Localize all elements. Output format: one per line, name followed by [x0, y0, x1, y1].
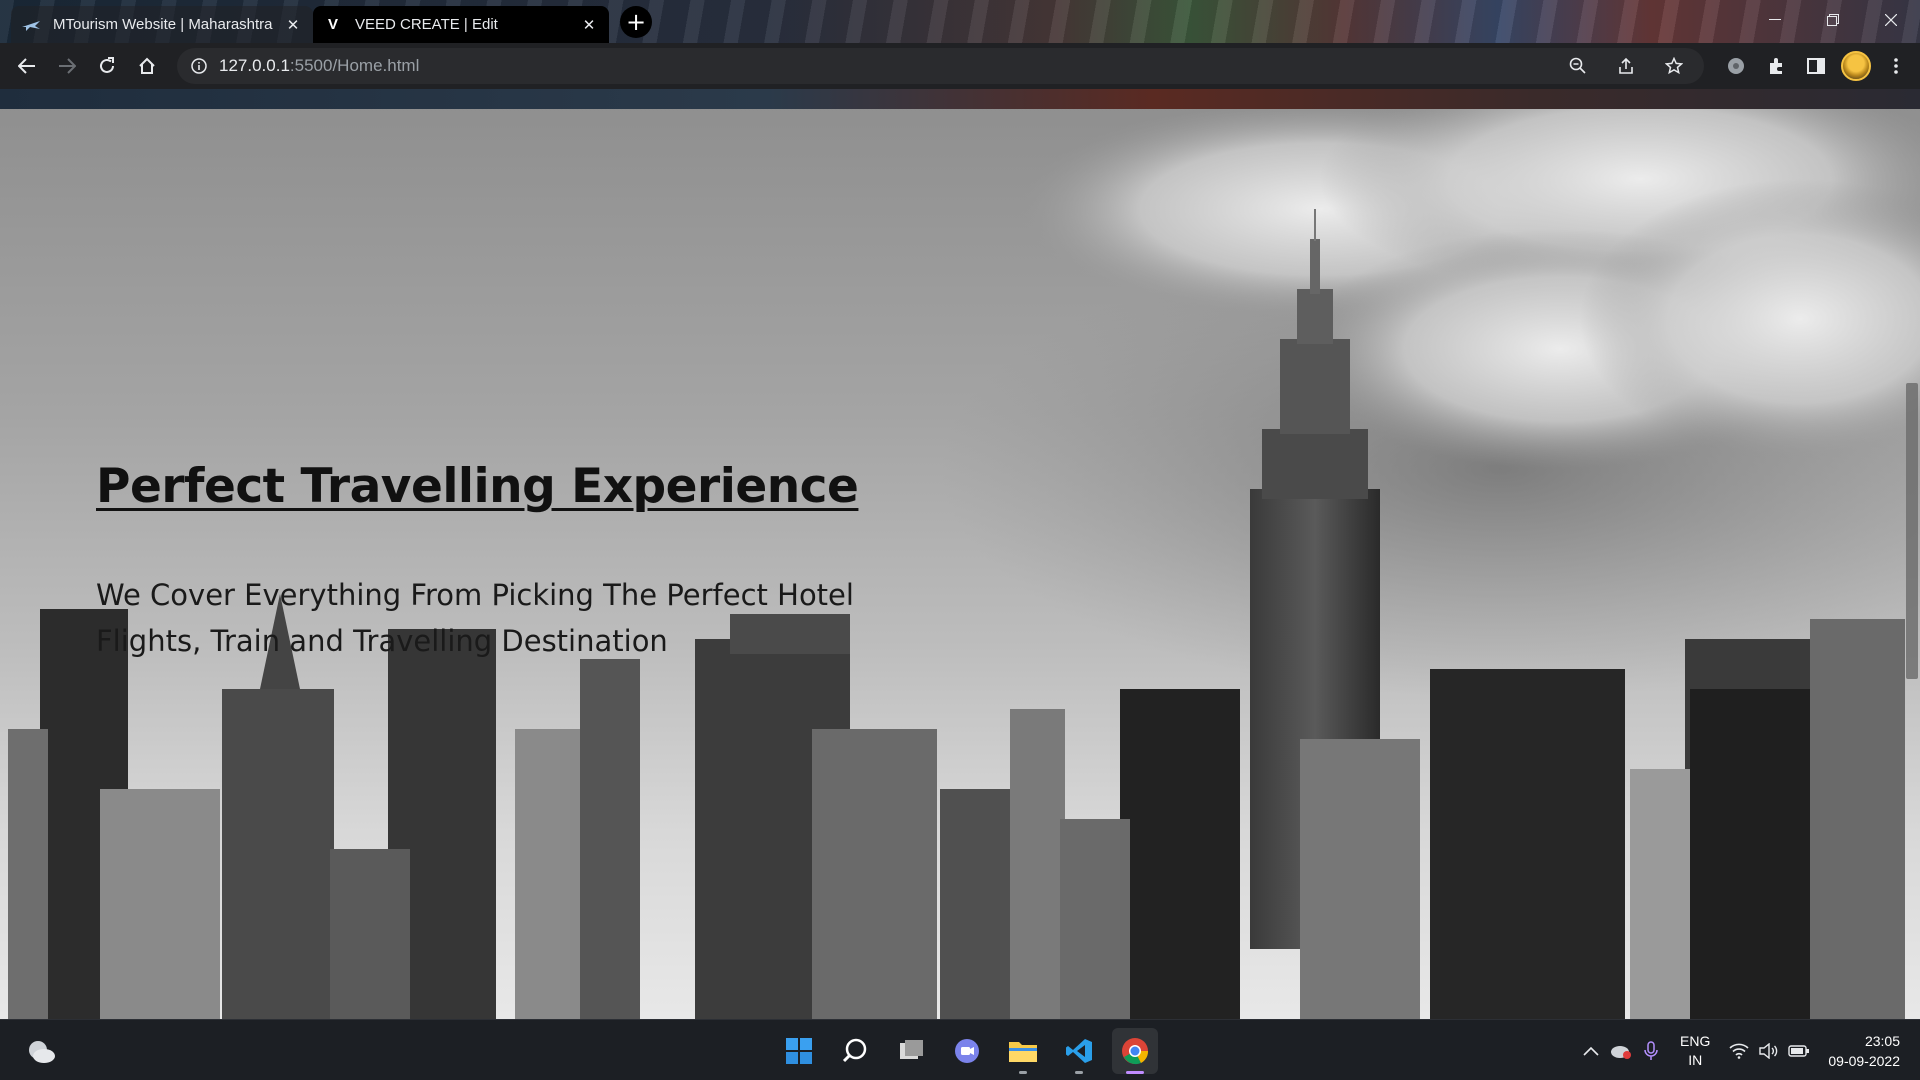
omnibox-actions — [1558, 48, 1694, 84]
hero-subtitle: We Cover Everything From Picking The Per… — [96, 572, 916, 664]
share-icon[interactable] — [1606, 46, 1646, 86]
reload-icon[interactable] — [87, 46, 127, 86]
site-info-icon[interactable] — [191, 58, 207, 74]
url-host: 127.0.0.1 — [219, 56, 290, 75]
scrollbar-thumb[interactable] — [1906, 383, 1918, 679]
onedrive-error-icon[interactable] — [1606, 1036, 1636, 1066]
taskbar-search-button[interactable] — [832, 1028, 878, 1074]
browser-tab-strip: MTourism Website | Maharashtra ✕ V VEED … — [0, 0, 1920, 43]
weather-icon[interactable] — [24, 1034, 58, 1068]
vscode-button[interactable] — [1056, 1028, 1102, 1074]
chrome-button[interactable] — [1112, 1028, 1158, 1074]
windows-taskbar: ENG IN 23:05 09-09-2022 — [0, 1019, 1920, 1080]
tab-veed-create[interactable]: V VEED CREATE | Edit ✕ — [313, 6, 609, 43]
page-scrollbar[interactable] — [1904, 89, 1920, 1019]
side-panel-icon[interactable] — [1796, 46, 1836, 86]
teams-chat-button[interactable] — [944, 1028, 990, 1074]
minimize-button[interactable] — [1746, 0, 1804, 40]
system-tray: ENG IN 23:05 09-09-2022 — [1576, 1020, 1920, 1080]
avatar — [1841, 51, 1871, 81]
file-explorer-button[interactable] — [1000, 1028, 1046, 1074]
close-icon[interactable]: ✕ — [283, 15, 303, 35]
close-window-button[interactable] — [1862, 0, 1920, 40]
zoom-icon[interactable] — [1558, 46, 1598, 86]
browser-toolbar: 127.0.0.1:5500/Home.html — [0, 43, 1920, 89]
teams-chat-icon — [955, 1039, 979, 1063]
running-indicator — [1019, 1071, 1027, 1074]
hero-subtitle-line1: We Cover Everything From Picking The Per… — [96, 578, 854, 612]
top-banner-strip — [0, 89, 1920, 109]
task-view-button[interactable] — [888, 1028, 934, 1074]
page-viewport: Perfect Travelling Experience We Cover E… — [0, 89, 1920, 1019]
window-controls — [1746, 0, 1920, 40]
home-icon[interactable] — [127, 46, 167, 86]
forward-arrow-icon[interactable] — [47, 46, 87, 86]
back-arrow-icon[interactable] — [7, 46, 47, 86]
battery-icon[interactable] — [1784, 1036, 1814, 1066]
file-explorer-icon — [1009, 1042, 1037, 1062]
running-indicator — [1075, 1071, 1083, 1074]
url-path: :5500/Home.html — [289, 56, 420, 75]
task-view-icon — [900, 1040, 923, 1059]
volume-icon[interactable] — [1754, 1036, 1784, 1066]
clock[interactable]: 23:05 09-09-2022 — [1828, 1031, 1900, 1071]
microphone-icon[interactable] — [1636, 1036, 1666, 1066]
language-indicator[interactable]: ENG IN — [1680, 1032, 1710, 1070]
tab-title: MTourism Website | Maharashtra — [53, 16, 273, 33]
puzzle-extensions-icon[interactable] — [1756, 46, 1796, 86]
bookmark-star-icon[interactable] — [1654, 46, 1694, 86]
wifi-icon[interactable] — [1724, 1036, 1754, 1066]
extension-icon[interactable] — [1716, 46, 1756, 86]
tab-mtourism[interactable]: MTourism Website | Maharashtra ✕ — [11, 6, 313, 43]
taskbar-apps — [776, 1028, 1158, 1074]
hero-title[interactable]: Perfect Travelling Experience — [96, 459, 996, 514]
clock-date: 09-09-2022 — [1828, 1052, 1900, 1069]
start-button[interactable] — [776, 1028, 822, 1074]
region-code: IN — [1688, 1051, 1703, 1068]
active-indicator — [1126, 1071, 1144, 1074]
restore-button[interactable] — [1804, 0, 1862, 40]
plane-icon — [21, 15, 41, 35]
hero-section: Perfect Travelling Experience We Cover E… — [96, 459, 996, 664]
start-icon — [786, 1038, 812, 1064]
toolbar-right — [1716, 46, 1920, 86]
search-icon — [842, 1038, 867, 1063]
address-bar[interactable]: 127.0.0.1:5500/Home.html — [177, 48, 1704, 84]
veed-logo-icon: V — [327, 16, 338, 33]
hero-subtitle-line2: Flights, Train and Travelling Destinatio… — [96, 624, 668, 658]
menu-kebab-icon[interactable] — [1876, 46, 1916, 86]
clock-time: 23:05 — [1864, 1032, 1900, 1049]
close-icon[interactable]: ✕ — [579, 15, 599, 35]
tab-title: VEED CREATE | Edit — [355, 16, 498, 33]
language-code: ENG — [1680, 1032, 1711, 1049]
new-tab-button[interactable]: + — [620, 6, 652, 38]
chrome-icon — [1122, 1038, 1149, 1065]
chevron-up-icon[interactable] — [1576, 1036, 1606, 1066]
profile-avatar[interactable] — [1836, 46, 1876, 86]
vscode-icon — [1066, 1039, 1092, 1063]
